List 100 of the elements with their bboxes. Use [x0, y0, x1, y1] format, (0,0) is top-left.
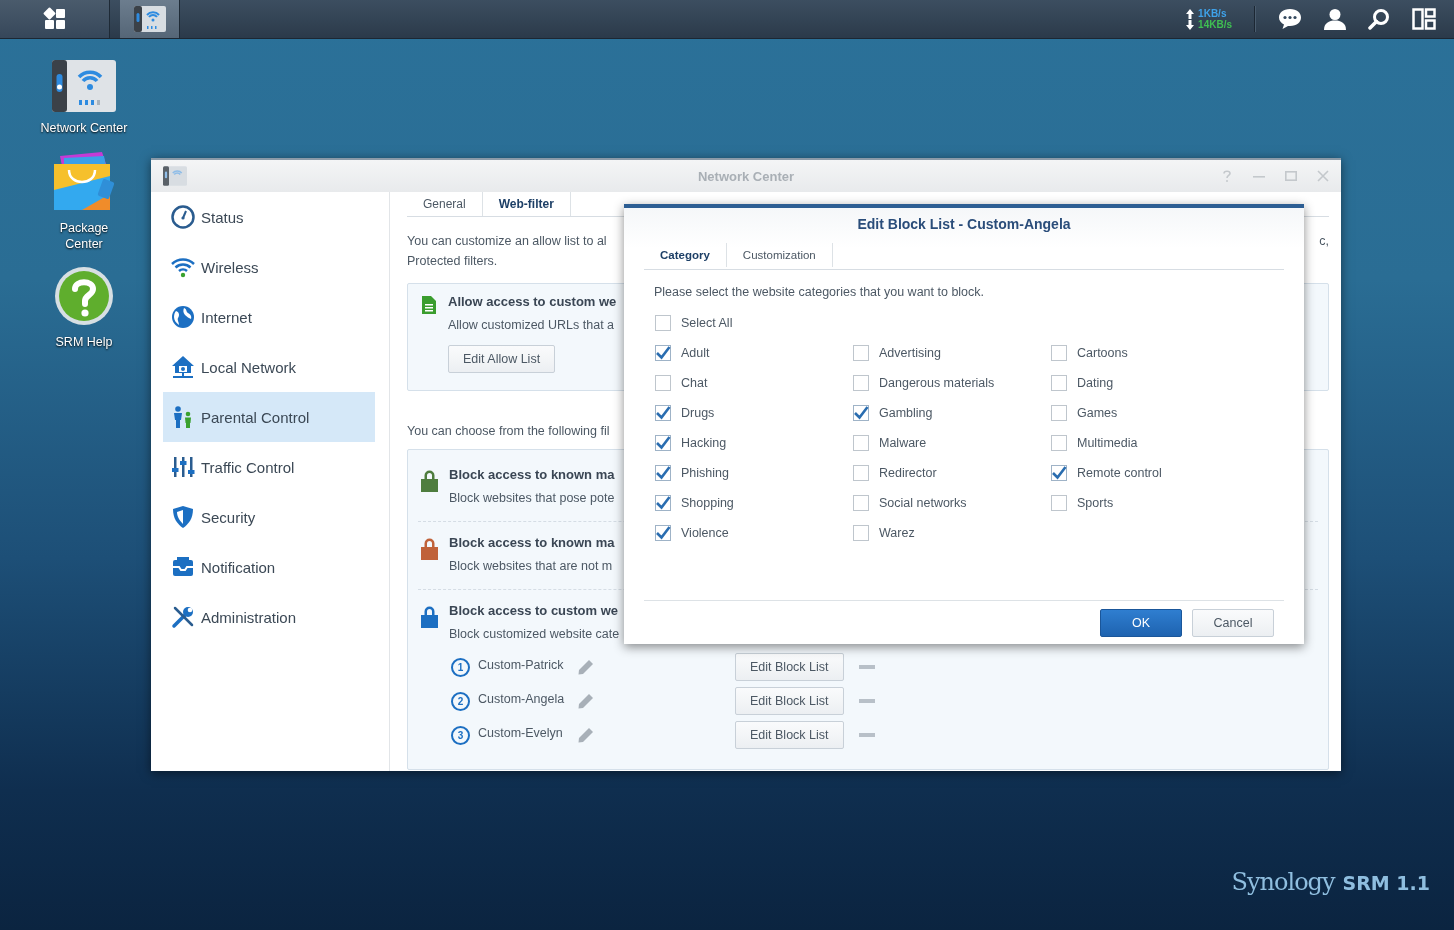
sidebar-item[interactable]: Status	[163, 192, 375, 242]
desktop-icon-label[interactable]: Network Center	[29, 120, 139, 136]
section-description: Block websites that are not m	[449, 558, 613, 575]
sidebar-item[interactable]: Internet	[163, 292, 375, 342]
checkbox-label: Remote control	[1077, 465, 1162, 482]
checkbox[interactable]	[1051, 435, 1067, 451]
checkbox-label: Warez	[879, 525, 915, 542]
gauge-icon	[171, 205, 195, 229]
tab[interactable]: Category	[644, 243, 727, 267]
widgets-icon[interactable]	[1412, 8, 1436, 30]
checkbox-label: Social networks	[879, 495, 967, 512]
checkbox[interactable]	[655, 435, 671, 451]
checkbox[interactable]	[1051, 495, 1067, 511]
tab[interactable]: General	[407, 192, 483, 216]
section-title: Allow access to custom we	[448, 294, 617, 309]
checkbox[interactable]	[853, 435, 869, 451]
checkbox[interactable]	[853, 345, 869, 361]
upload-speed: 1KB/s	[1198, 8, 1227, 19]
section-description: Allow customized URLs that a	[448, 317, 615, 334]
sidebar-item[interactable]: Wireless	[163, 242, 375, 292]
ok-button[interactable]: OK	[1100, 609, 1182, 637]
user-icon[interactable]	[1324, 8, 1346, 30]
section-description: Block customized website cate	[449, 626, 620, 643]
edit-block-list-button[interactable]: Edit Block List	[735, 721, 844, 749]
checkbox[interactable]	[853, 495, 869, 511]
checkbox-label: Sports	[1077, 495, 1114, 512]
desktop-icon-label[interactable]: Package Center	[44, 220, 124, 252]
profile-name: Custom-Angela	[478, 692, 566, 706]
checkbox-label: Multimedia	[1077, 435, 1138, 452]
sidebar-item[interactable]: Parental Control	[163, 392, 375, 442]
checkbox-label: Hacking	[681, 435, 727, 452]
minus-icon[interactable]	[858, 699, 875, 703]
section-description: Block websites that pose pote	[449, 490, 615, 507]
checkbox[interactable]	[853, 405, 869, 421]
checkbox[interactable]	[1051, 465, 1067, 481]
description-text: You can choose from the following fil	[407, 423, 611, 440]
checkbox[interactable]	[655, 465, 671, 481]
help-icon[interactable]	[54, 266, 114, 326]
checkbox[interactable]	[655, 405, 671, 421]
search-icon[interactable]	[1368, 8, 1390, 30]
shopping-bag-icon[interactable]	[52, 150, 116, 212]
checkbox[interactable]	[655, 345, 671, 361]
profile-name: Custom-Evelyn	[478, 726, 564, 740]
description-text: c,	[1319, 233, 1329, 250]
router-icon	[163, 166, 187, 186]
sidebar-item[interactable]: Administration	[163, 592, 375, 642]
tab[interactable]: Customization	[726, 243, 833, 267]
checkbox[interactable]	[655, 315, 671, 331]
upload-arrow-icon	[1186, 8, 1195, 19]
checkbox-label: Violence	[681, 525, 729, 542]
sidebar-item[interactable]: Traffic Control	[163, 442, 375, 492]
cancel-button[interactable]: Cancel	[1192, 609, 1274, 637]
taskbar-app-button[interactable]	[120, 0, 180, 38]
checkbox[interactable]	[1051, 375, 1067, 391]
edit-allow-list-button[interactable]: Edit Allow List	[448, 345, 556, 373]
sidebar-item[interactable]: Notification	[163, 542, 375, 592]
number-badge: 3	[451, 725, 470, 745]
checkbox[interactable]	[1051, 405, 1067, 421]
checkbox-label: Redirector	[879, 465, 937, 482]
checkbox-label: Drugs	[681, 405, 715, 422]
profile-name: Custom-Patrick	[478, 658, 565, 672]
checkbox[interactable]	[655, 375, 671, 391]
checkbox-label: Dangerous materials	[879, 375, 995, 392]
checkbox-label: Gambling	[879, 405, 933, 422]
product-version: SRM 1.1	[1342, 872, 1430, 894]
checkbox[interactable]	[853, 465, 869, 481]
download-speed: 14KB/s	[1198, 19, 1232, 30]
house-icon	[171, 355, 195, 379]
checkbox[interactable]	[1051, 345, 1067, 361]
desktop-icon-label[interactable]: SRM Help	[44, 334, 124, 350]
pencil-icon[interactable]	[578, 693, 594, 709]
section-title: Block access to known ma	[449, 467, 615, 482]
chat-icon[interactable]	[1278, 8, 1302, 30]
section-title: Block access to custom we	[449, 603, 619, 618]
pencil-icon[interactable]	[578, 727, 594, 743]
checkbox-label: Phishing	[681, 465, 729, 482]
router-icon[interactable]	[52, 60, 116, 112]
checkbox-label: Adult	[681, 345, 710, 362]
checkbox-label: Dating	[1077, 375, 1114, 392]
number-badge: 1	[451, 657, 470, 677]
checkbox[interactable]	[853, 525, 869, 541]
sidebar-item[interactable]: Security	[163, 492, 375, 542]
globe-icon	[171, 305, 195, 329]
close-icon[interactable]	[1317, 170, 1329, 182]
checkbox[interactable]	[655, 495, 671, 511]
checkbox-label: Select All	[681, 315, 733, 332]
checkbox-label: Shopping	[681, 495, 734, 512]
minus-icon[interactable]	[858, 733, 875, 737]
main-menu-button[interactable]	[0, 0, 110, 38]
pencil-icon[interactable]	[578, 659, 594, 675]
checkbox[interactable]	[853, 375, 869, 391]
sidebar-item[interactable]: Local Network	[163, 342, 375, 392]
edit-block-list-button[interactable]: Edit Block List	[735, 653, 844, 681]
checkbox[interactable]	[655, 525, 671, 541]
maximize-icon[interactable]	[1285, 170, 1297, 182]
tab[interactable]: Web-filter	[482, 192, 571, 216]
edit-block-list-button[interactable]: Edit Block List	[735, 687, 844, 715]
minus-icon[interactable]	[858, 665, 875, 669]
tray-icon	[171, 555, 195, 579]
router-icon	[133, 6, 166, 32]
